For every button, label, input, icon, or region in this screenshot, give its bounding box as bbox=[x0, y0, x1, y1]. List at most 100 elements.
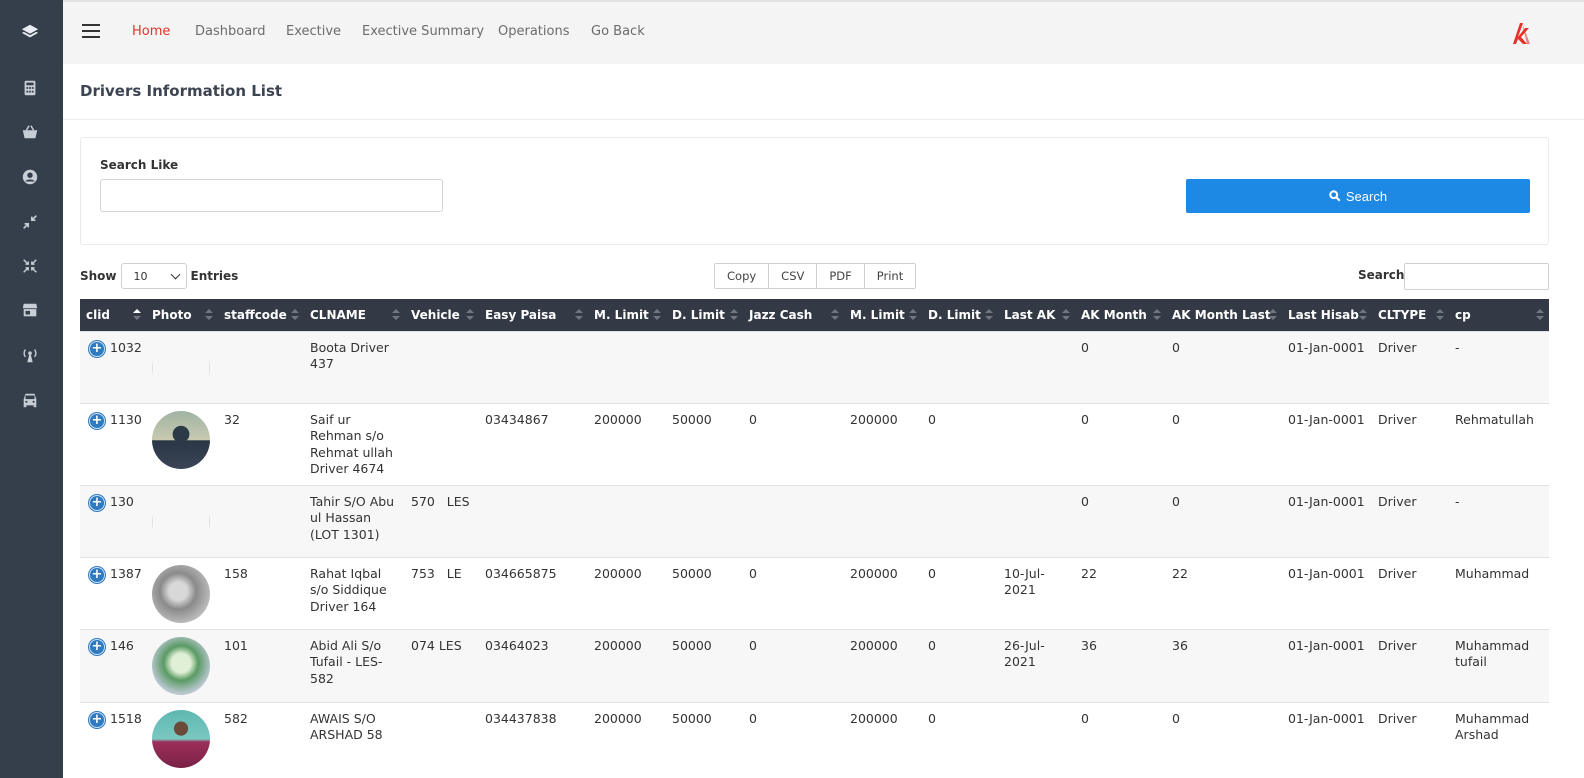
clid-value: 1518 bbox=[110, 710, 142, 726]
cell-easypaisa: 034437838 bbox=[479, 701, 588, 772]
column-header[interactable]: Last AK bbox=[998, 299, 1075, 331]
column-header[interactable]: AK Month bbox=[1075, 299, 1166, 331]
search-like-input[interactable] bbox=[100, 179, 443, 212]
column-header[interactable]: D. Limit bbox=[922, 299, 998, 331]
layers-icon[interactable] bbox=[20, 22, 40, 42]
driver-photo[interactable] bbox=[152, 410, 210, 469]
column-header[interactable]: D. Limit bbox=[666, 299, 743, 331]
cell-akmonth: 22 bbox=[1075, 556, 1166, 629]
column-header[interactable]: AK Month Last bbox=[1166, 299, 1282, 331]
expand-row-icon[interactable]: + bbox=[89, 638, 105, 655]
table-search-input[interactable] bbox=[1404, 263, 1549, 290]
nav-exective-summary[interactable]: Exective Summary bbox=[362, 24, 484, 39]
cell-akmonth: 36 bbox=[1075, 628, 1166, 702]
table-row[interactable]: +1130 32 Saif ur Rehman s/o Rehmat ullah D… bbox=[80, 402, 1549, 485]
cell-lasthisab: 01-Jan-0001 bbox=[1282, 484, 1372, 557]
cell-dlimit bbox=[666, 330, 743, 403]
cell-lasthisab: 01-Jan-0001 bbox=[1282, 628, 1372, 702]
cell-staffcode bbox=[218, 330, 304, 403]
driver-photo[interactable] bbox=[152, 709, 210, 768]
cell-easypaisa bbox=[479, 330, 588, 403]
expand-row-icon[interactable]: + bbox=[89, 494, 105, 511]
search-button[interactable]: Search bbox=[1186, 179, 1530, 213]
cell-vehicle bbox=[405, 402, 479, 485]
driver-photo[interactable] bbox=[152, 339, 210, 397]
cell-vehicle: 753 LE bbox=[405, 556, 479, 629]
cell-dlimit2: 0 bbox=[922, 701, 998, 772]
column-header[interactable]: Last Hisab bbox=[1282, 299, 1372, 331]
cell-lastak: 10-Jul-2021 bbox=[998, 556, 1075, 629]
cell-mlimit2 bbox=[844, 330, 922, 403]
column-header[interactable]: M. Limit bbox=[588, 299, 666, 331]
sort-icon bbox=[133, 309, 141, 321]
column-header[interactable]: cp bbox=[1449, 299, 1549, 331]
page-title: Drivers Information List bbox=[80, 82, 283, 100]
copy-button[interactable]: Copy bbox=[714, 263, 770, 289]
driver-photo[interactable] bbox=[152, 493, 210, 551]
table-row[interactable]: +130 Tahir S/O Abu ul Hassan (LOT 1301) 57… bbox=[80, 484, 1549, 557]
expand-row-icon[interactable]: + bbox=[89, 412, 105, 429]
brand-logo-icon[interactable] bbox=[1510, 20, 1534, 46]
cell-jazzcash bbox=[743, 330, 844, 403]
cell-dlimit: 50000 bbox=[666, 628, 743, 702]
compress-arrows-icon[interactable] bbox=[20, 256, 40, 276]
user-circle-icon[interactable] bbox=[20, 167, 40, 187]
sort-icon bbox=[985, 309, 993, 321]
basket-icon[interactable] bbox=[20, 122, 40, 142]
search-icon bbox=[1329, 190, 1341, 202]
sort-icon bbox=[730, 309, 738, 321]
search-card: Search Like Search bbox=[80, 137, 1549, 245]
cell-dlimit: 50000 bbox=[666, 402, 743, 485]
table-row[interactable]: +1032 Boota Driver 437 0 0 01-Jan-0001 Driver… bbox=[80, 330, 1549, 403]
column-header[interactable]: Easy Paisa bbox=[479, 299, 588, 331]
sort-icon bbox=[653, 309, 661, 321]
cell-mlimit2: 200000 bbox=[844, 556, 922, 629]
photo-cell bbox=[146, 628, 218, 702]
table-row[interactable]: +146 101 Abid Ali S/o Tufail - LES-582 074 … bbox=[80, 628, 1549, 702]
nav-home[interactable]: Home bbox=[132, 24, 170, 39]
column-header[interactable]: CLTYPE bbox=[1372, 299, 1449, 331]
csv-button[interactable]: CSV bbox=[768, 263, 818, 289]
column-header[interactable]: clid bbox=[80, 299, 146, 331]
expand-row-icon[interactable]: + bbox=[89, 566, 105, 583]
nav-exective[interactable]: Exective bbox=[286, 24, 341, 39]
column-header[interactable]: Jazz Cash bbox=[743, 299, 844, 331]
column-header[interactable]: Vehicle bbox=[405, 299, 479, 331]
pdf-button[interactable]: PDF bbox=[816, 263, 865, 289]
clid-cell: +1387 bbox=[80, 556, 146, 629]
clid-value: 1032 bbox=[110, 339, 142, 355]
cell-jazzcash: 0 bbox=[743, 701, 844, 772]
cell-mlimit: 200000 bbox=[588, 556, 666, 629]
cell-cp: - bbox=[1449, 330, 1549, 403]
table-row[interactable]: +1387 158 Rahat Iqbal s/o Siddique Driver … bbox=[80, 556, 1549, 629]
column-header[interactable]: CLNAME bbox=[304, 299, 405, 331]
nav-operations[interactable]: Operations bbox=[498, 24, 569, 39]
table-row[interactable]: +1518 582 AWAIS S/O ARSHAD 58 034437838 2000… bbox=[80, 701, 1549, 772]
table-search-label: Search: bbox=[1358, 268, 1410, 282]
expand-row-icon[interactable]: + bbox=[89, 711, 105, 728]
compress-icon[interactable] bbox=[20, 212, 40, 232]
sort-icon bbox=[1536, 309, 1544, 321]
car-icon[interactable] bbox=[20, 390, 40, 410]
cell-akmonthlast: 0 bbox=[1166, 701, 1282, 772]
driver-photo[interactable] bbox=[152, 636, 210, 695]
nav-go-back[interactable]: Go Back bbox=[591, 24, 645, 39]
cell-clname: Abid Ali S/o Tufail - LES-582 bbox=[304, 628, 405, 702]
cell-mlimit: 200000 bbox=[588, 628, 666, 702]
expand-row-icon[interactable]: + bbox=[89, 340, 105, 357]
nav-dashboard[interactable]: Dashboard bbox=[195, 24, 266, 39]
cell-dlimit2 bbox=[922, 330, 998, 403]
store-icon[interactable] bbox=[20, 300, 40, 320]
hamburger-menu-icon[interactable] bbox=[82, 24, 100, 40]
sort-icon bbox=[909, 309, 917, 321]
calculator-icon[interactable] bbox=[20, 78, 40, 98]
entries-select[interactable]: 10 bbox=[120, 263, 187, 289]
print-button[interactable]: Print bbox=[863, 263, 917, 289]
driver-photo[interactable] bbox=[152, 564, 210, 623]
column-header[interactable]: Photo bbox=[146, 299, 218, 331]
column-header[interactable]: M. Limit bbox=[844, 299, 922, 331]
clid-value: 1387 bbox=[110, 565, 142, 581]
entries-label: Entries bbox=[190, 269, 239, 283]
column-header[interactable]: staffcode bbox=[218, 299, 304, 331]
broadcast-icon[interactable] bbox=[20, 345, 40, 365]
